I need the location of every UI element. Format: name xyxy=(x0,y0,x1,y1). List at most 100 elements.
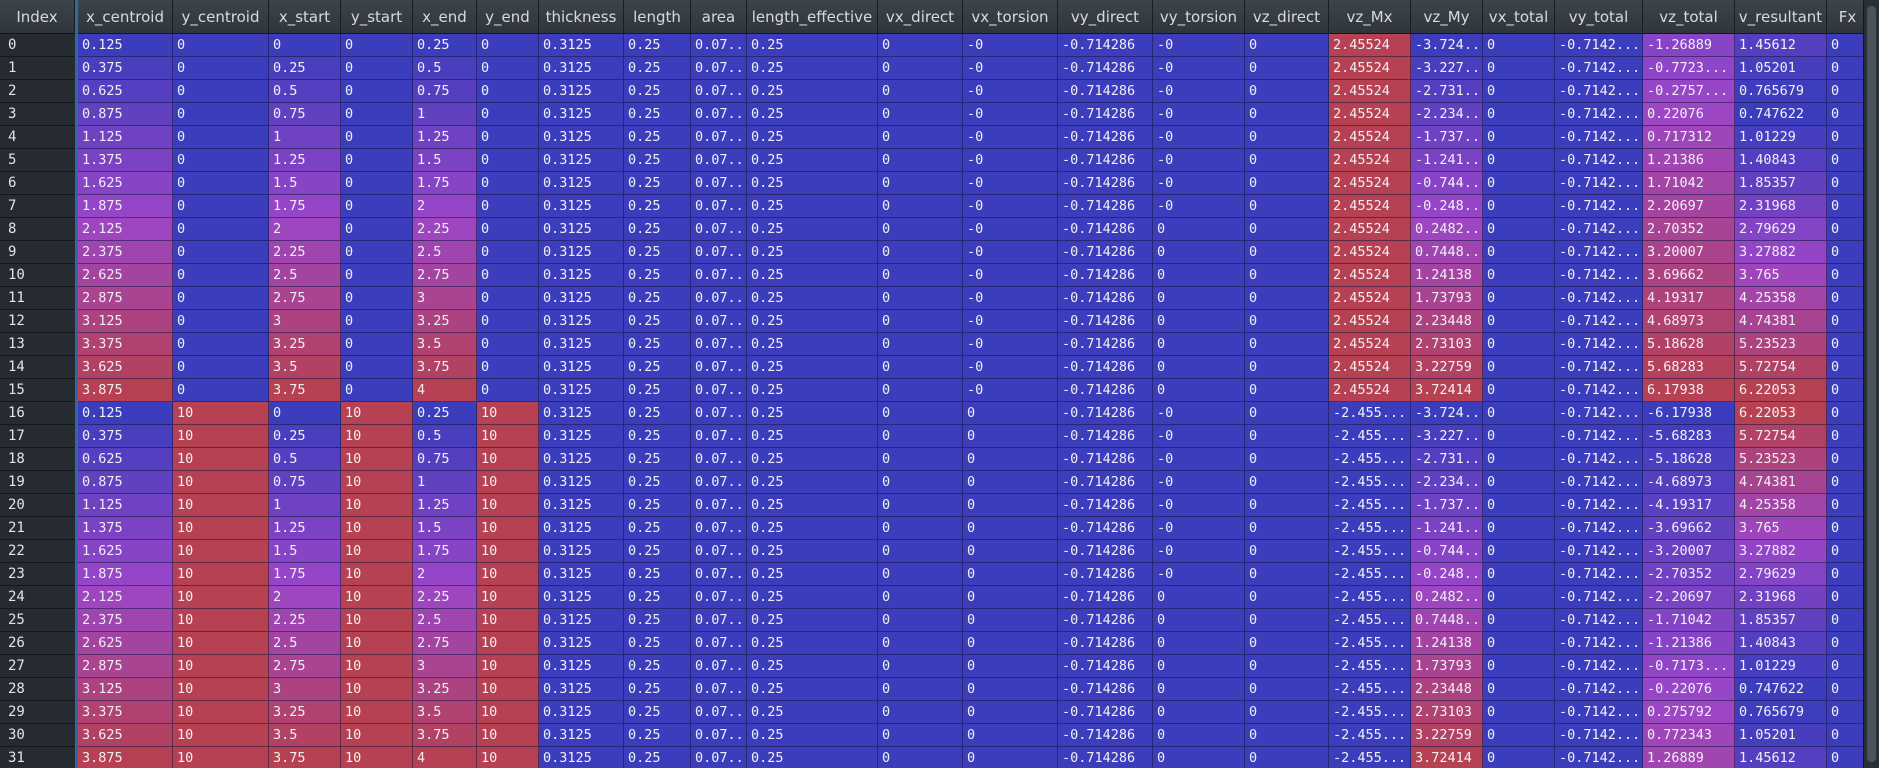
table-cell[interactable]: 0.25 xyxy=(747,448,878,471)
table-cell[interactable]: 2.25 xyxy=(413,218,477,241)
table-cell[interactable]: 0.25 xyxy=(747,264,878,287)
row-index[interactable]: 1 xyxy=(0,57,75,80)
table-cell[interactable]: 0.25 xyxy=(413,402,477,425)
table-cell[interactable]: 0.3125 xyxy=(539,241,624,264)
table-cell[interactable]: 0.3125 xyxy=(539,80,624,103)
table-cell[interactable]: 0.25 xyxy=(624,218,691,241)
table-cell[interactable]: 0.07... xyxy=(691,149,747,172)
table-cell[interactable]: -0 xyxy=(963,149,1058,172)
table-cell[interactable]: 0.875 xyxy=(78,471,173,494)
table-cell[interactable]: 0 xyxy=(477,126,539,149)
column-header-vy-direct[interactable]: vy_direct xyxy=(1058,0,1153,33)
table-cell[interactable]: 0 xyxy=(173,57,269,80)
table-cell[interactable]: -0.714286 xyxy=(1058,494,1153,517)
table-cell[interactable]: -0.714286 xyxy=(1058,379,1153,402)
table-cell[interactable]: 1.73793 xyxy=(1411,287,1483,310)
table-cell[interactable]: 1.01229 xyxy=(1735,126,1827,149)
table-cell[interactable]: 10 xyxy=(341,678,413,701)
table-cell[interactable]: 0 xyxy=(1483,172,1555,195)
table-cell[interactable]: 0.25 xyxy=(747,149,878,172)
table-cell[interactable]: 0.07... xyxy=(691,586,747,609)
row-index[interactable]: 3 xyxy=(0,103,75,126)
table-cell[interactable]: 0.07... xyxy=(691,356,747,379)
table-cell[interactable]: 0 xyxy=(878,356,963,379)
column-header-y-end[interactable]: y_end xyxy=(477,0,539,33)
table-cell[interactable]: 0.07... xyxy=(691,632,747,655)
row-index[interactable]: 13 xyxy=(0,333,75,356)
table-cell[interactable]: 10 xyxy=(477,678,539,701)
table-cell[interactable]: 0.25 xyxy=(624,287,691,310)
table-cell[interactable]: 0 xyxy=(1245,678,1329,701)
table-cell[interactable]: 0.2482... xyxy=(1411,586,1483,609)
table-cell[interactable]: -0.7142... xyxy=(1555,425,1643,448)
table-cell[interactable]: 0.3125 xyxy=(539,103,624,126)
table-cell[interactable]: 0.25 xyxy=(624,563,691,586)
table-cell[interactable]: 0 xyxy=(1245,609,1329,632)
table-cell[interactable]: 1.05201 xyxy=(1735,724,1827,747)
table-cell[interactable]: 0.25 xyxy=(747,287,878,310)
table-cell[interactable]: -0.714286 xyxy=(1058,563,1153,586)
table-cell[interactable]: 0 xyxy=(1245,103,1329,126)
table-cell[interactable]: 0 xyxy=(878,609,963,632)
table-cell[interactable]: 0.25 xyxy=(747,402,878,425)
table-cell[interactable]: 0.25 xyxy=(624,103,691,126)
row-index[interactable]: 14 xyxy=(0,356,75,379)
table-cell[interactable]: 0 xyxy=(1245,701,1329,724)
table-cell[interactable]: 0.875 xyxy=(78,103,173,126)
table-cell[interactable]: -3.724... xyxy=(1411,34,1483,57)
table-cell[interactable]: -0 xyxy=(1153,126,1245,149)
table-cell[interactable]: 0 xyxy=(878,632,963,655)
table-cell[interactable]: 3.22759 xyxy=(1411,724,1483,747)
table-cell[interactable]: -5.68283 xyxy=(1643,425,1735,448)
table-cell[interactable]: 0.25 xyxy=(624,310,691,333)
table-cell[interactable]: 10 xyxy=(477,632,539,655)
table-cell[interactable]: 0 xyxy=(1245,586,1329,609)
table-cell[interactable]: -0.714286 xyxy=(1058,126,1153,149)
table-cell[interactable]: -0.714286 xyxy=(1058,356,1153,379)
table-cell[interactable]: 0.125 xyxy=(78,402,173,425)
table-cell[interactable]: 0 xyxy=(1483,747,1555,768)
table-cell[interactable]: 10 xyxy=(477,517,539,540)
table-cell[interactable]: 0 xyxy=(878,724,963,747)
table-cell[interactable]: 0 xyxy=(341,310,413,333)
table-cell[interactable]: 1.25 xyxy=(413,494,477,517)
table-cell[interactable]: -0 xyxy=(963,287,1058,310)
table-cell[interactable]: 0.25 xyxy=(747,241,878,264)
table-cell[interactable]: -0 xyxy=(963,264,1058,287)
row-index[interactable]: 27 xyxy=(0,655,75,678)
table-cell[interactable]: 0.3125 xyxy=(539,126,624,149)
table-cell[interactable]: 0 xyxy=(878,402,963,425)
table-cell[interactable]: 0 xyxy=(878,517,963,540)
table-cell[interactable]: 0 xyxy=(341,80,413,103)
table-cell[interactable]: 0 xyxy=(1153,724,1245,747)
table-cell[interactable]: 0.3125 xyxy=(539,655,624,678)
table-cell[interactable]: 0 xyxy=(173,149,269,172)
table-cell[interactable]: 1.75 xyxy=(269,195,341,218)
table-cell[interactable]: 0 xyxy=(341,126,413,149)
table-cell[interactable]: 0.25 xyxy=(747,103,878,126)
table-cell[interactable]: 10 xyxy=(173,494,269,517)
table-cell[interactable]: 0.25 xyxy=(624,655,691,678)
table-cell[interactable]: 0.3125 xyxy=(539,586,624,609)
table-cell[interactable]: 2.5 xyxy=(413,609,477,632)
table-cell[interactable]: -0 xyxy=(1153,34,1245,57)
table-cell[interactable]: 1 xyxy=(269,494,341,517)
table-cell[interactable]: -0.7723... xyxy=(1643,57,1735,80)
table-cell[interactable]: 2.23448 xyxy=(1411,678,1483,701)
table-cell[interactable]: 0 xyxy=(878,678,963,701)
table-cell[interactable]: 10 xyxy=(341,747,413,768)
table-cell[interactable]: 1.45612 xyxy=(1735,34,1827,57)
table-cell[interactable]: 0 xyxy=(1245,333,1329,356)
table-cell[interactable]: -0 xyxy=(963,103,1058,126)
table-cell[interactable]: -0 xyxy=(1153,149,1245,172)
row-index[interactable]: 25 xyxy=(0,609,75,632)
table-cell[interactable]: 10 xyxy=(341,586,413,609)
column-header-vz-my[interactable]: vz_My xyxy=(1411,0,1483,33)
table-cell[interactable]: 0.07... xyxy=(691,34,747,57)
table-cell[interactable]: 3.25 xyxy=(413,678,477,701)
table-cell[interactable]: 0 xyxy=(269,34,341,57)
table-cell[interactable]: 0.25 xyxy=(747,57,878,80)
table-cell[interactable]: -2.70352 xyxy=(1643,563,1735,586)
table-cell[interactable]: 0 xyxy=(477,195,539,218)
table-cell[interactable]: 0.07... xyxy=(691,448,747,471)
